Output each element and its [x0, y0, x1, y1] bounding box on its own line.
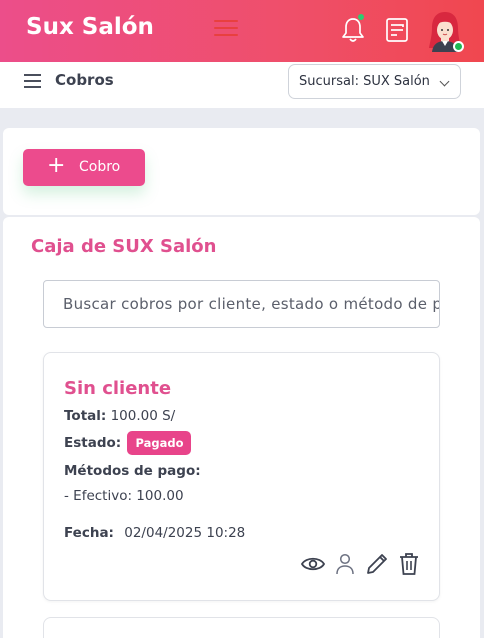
sub-header: Cobros Sucursal: SUX Salón	[0, 62, 484, 108]
total-label: Total:	[64, 408, 107, 424]
menu-icon[interactable]	[214, 20, 238, 40]
pencil-icon[interactable]	[364, 551, 390, 577]
user-icon[interactable]	[332, 551, 358, 577]
page-title: Cobros	[55, 71, 114, 89]
status-badge: Pagado	[127, 431, 192, 455]
top-bar: Sux Salón	[0, 0, 484, 62]
status-row: Estado: Pagado	[64, 431, 192, 455]
method-line: - Efectivo: 100.00	[64, 488, 184, 504]
sidebar-toggle-icon[interactable]	[24, 74, 41, 88]
cobro-card: Sin cliente Total: 100.00 S/ Estado: Pag…	[43, 352, 440, 601]
avatar[interactable]	[427, 10, 464, 52]
date-value: 02/04/2025 10:28	[124, 525, 246, 541]
new-cobro-button[interactable]: + Cobro	[23, 149, 145, 186]
plus-icon: +	[47, 153, 66, 178]
cobro-card-next	[43, 617, 440, 638]
chevron-down-icon	[439, 76, 450, 87]
date-row: Fecha: 02/04/2025 10:28	[64, 525, 245, 541]
total-value: 100.00 S/	[110, 408, 176, 424]
caja-card: Caja de SUX Salón Sin cliente Total: 100…	[3, 217, 480, 638]
eye-icon[interactable]	[300, 551, 326, 577]
notes-icon[interactable]	[385, 17, 409, 43]
methods-row: Métodos de pago:	[64, 463, 201, 479]
new-cobro-label: Cobro	[79, 159, 121, 175]
methods-label: Métodos de pago:	[64, 463, 201, 479]
caja-title: Caja de SUX Salón	[31, 236, 217, 257]
card-actions	[298, 551, 418, 577]
actions-card: + Cobro	[3, 128, 480, 215]
branch-select[interactable]: Sucursal: SUX Salón	[288, 64, 461, 99]
brand-title[interactable]: Sux Salón	[26, 14, 154, 40]
branch-select-value: Sucursal: SUX Salón	[299, 74, 430, 89]
client-name: Sin cliente	[64, 378, 172, 399]
date-label: Fecha:	[64, 525, 114, 541]
online-status-dot	[453, 41, 464, 52]
status-label: Estado:	[64, 435, 122, 451]
total-row: Total: 100.00 S/	[64, 408, 175, 424]
search-input[interactable]	[43, 280, 440, 328]
trash-icon[interactable]	[396, 551, 422, 577]
notification-dot	[358, 14, 364, 20]
bell-icon[interactable]	[341, 14, 365, 44]
